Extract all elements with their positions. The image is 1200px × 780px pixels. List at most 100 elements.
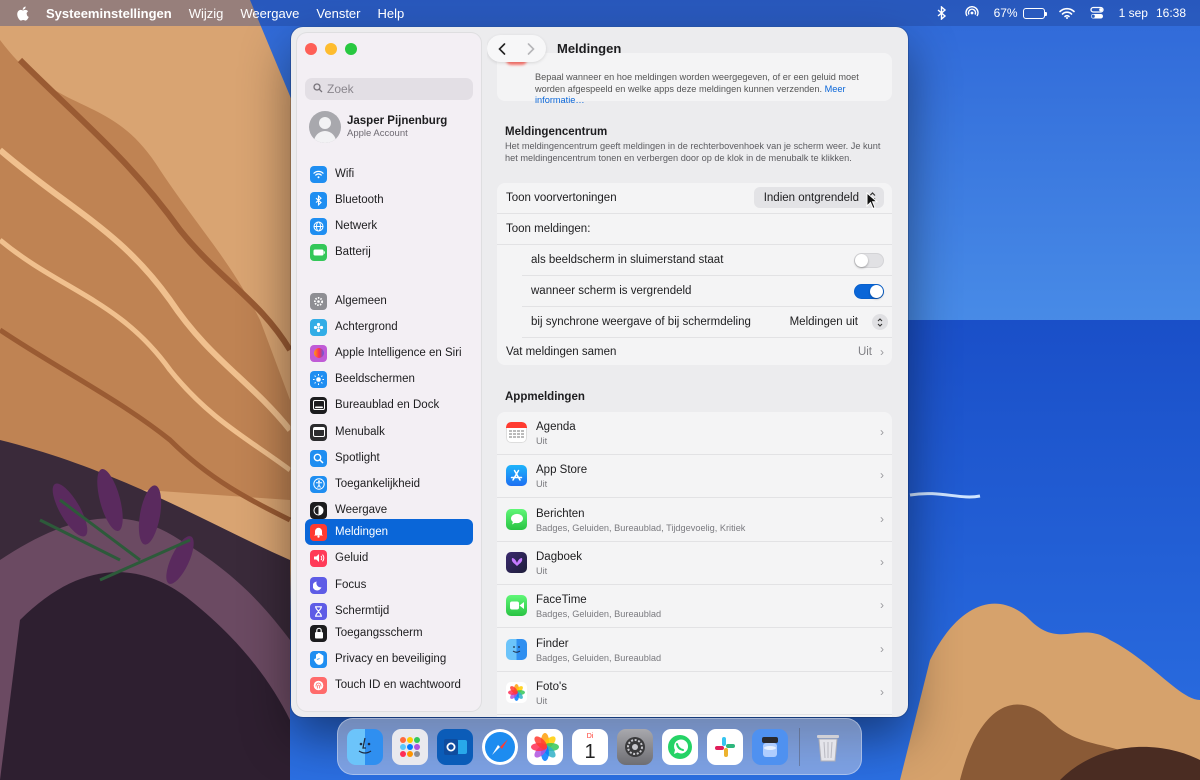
summary-value: Uit xyxy=(857,345,872,358)
sidebar-item-batterij[interactable]: Batterij xyxy=(305,239,473,265)
app-name: Finder xyxy=(536,637,569,650)
mouse-cursor xyxy=(866,192,878,210)
photos-icon[interactable] xyxy=(527,728,563,765)
sidebar-item-focus[interactable]: Focus xyxy=(305,572,473,598)
center-section-title: Meldingencentrum xyxy=(505,126,608,138)
sidebar-item-wifi[interactable]: Wifi xyxy=(305,161,473,187)
menu-help[interactable]: Help xyxy=(378,6,405,21)
menu-wijzig[interactable]: Wijzig xyxy=(189,6,224,21)
sidebar-item-achtergrond[interactable]: Achtergrond xyxy=(305,314,473,340)
navigation-buttons xyxy=(487,35,546,62)
summary-row[interactable]: Vat meldingen samen Uit › xyxy=(497,338,892,365)
accessibility-icon xyxy=(310,475,327,493)
account-subtitle: Apple Account xyxy=(347,128,408,139)
battery-status[interactable]: 67% xyxy=(994,6,1047,20)
slack-icon[interactable] xyxy=(707,728,743,765)
sidebar-item-bluetooth[interactable]: Bluetooth xyxy=(305,187,473,213)
menubar-time[interactable]: 16:38 xyxy=(1156,6,1186,20)
show-notifications-label: Toon meldingen: xyxy=(506,223,591,235)
sidebar-item-algemeen[interactable]: Algemeen xyxy=(305,288,473,314)
mirroring-popup-button[interactable] xyxy=(872,314,888,330)
locked-toggle[interactable] xyxy=(854,284,884,299)
sidebar-item-bureaublad-en-dock[interactable]: Bureaublad en Dock xyxy=(305,392,473,418)
apple-menu-icon[interactable] xyxy=(16,6,30,21)
apple-account[interactable]: Jasper Pijnenburg Apple Account xyxy=(309,111,447,143)
app-row-foto-s[interactable]: Foto's Uit › xyxy=(497,672,892,715)
bluetooth-status-icon[interactable] xyxy=(934,5,950,21)
previews-popup-button[interactable]: Indien ontgrendeld xyxy=(753,187,884,208)
sidebar-item-beeldschermen[interactable]: Beeldschermen xyxy=(305,366,473,392)
search-field[interactable] xyxy=(305,78,473,100)
wifi-status-icon[interactable] xyxy=(1058,5,1075,21)
sidebar-item-label: Apple Intelligence en Siri xyxy=(335,347,462,359)
chevron-right-icon: › xyxy=(880,684,884,699)
app-notification-summary: Badges, Geluiden, Bureaublad xyxy=(536,609,662,620)
hand-icon xyxy=(310,650,327,668)
sidebar-item-label: Touch ID en wachtwoord xyxy=(335,679,461,691)
menubar-date[interactable]: 1 sep xyxy=(1119,6,1148,20)
app-name: Dagboek xyxy=(536,550,583,563)
sidebar-item-label: Focus xyxy=(335,579,367,591)
sidebar-item-privacy-en-beveiliging[interactable]: Privacy en beveiliging xyxy=(305,646,473,672)
maximize-window-button[interactable] xyxy=(345,43,357,55)
page-title: Meldingen xyxy=(557,41,622,56)
sidebar-item-menubalk[interactable]: Menubalk xyxy=(305,419,473,445)
calendar-date: 1 xyxy=(584,740,596,763)
sleep-row: als beeldscherm in sluimerstand staat xyxy=(522,245,892,276)
back-button[interactable] xyxy=(487,35,516,62)
app-row-agenda[interactable]: Agenda Uit › xyxy=(497,412,892,455)
magnifier-icon xyxy=(310,449,327,467)
menu-app-name[interactable]: Systeeminstellingen xyxy=(46,6,172,21)
sidebar-item-label: Bureaublad en Dock xyxy=(335,399,440,411)
sleep-toggle[interactable] xyxy=(854,253,884,268)
calendar-day: Di xyxy=(586,732,594,740)
app-row-berichten[interactable]: Berichten Badges, Geluiden, Bureaublad, T… xyxy=(497,499,892,542)
sidebar-item-toegankelijkheid[interactable]: Toegankelijkheid xyxy=(305,471,473,497)
calendar-icon[interactable]: Di 1 xyxy=(572,728,608,765)
previews-row: Toon voorvertoningen Indien ontgrendeld xyxy=(497,183,892,214)
outlook-icon[interactable] xyxy=(437,728,473,765)
sidebar-item-label: Beeldschermen xyxy=(335,373,415,385)
sidebar-item-toegangsscherm[interactable]: Toegangsscherm xyxy=(305,620,473,646)
preview-icon[interactable] xyxy=(752,728,788,765)
whatsapp-icon[interactable] xyxy=(662,728,698,765)
forward-button[interactable] xyxy=(516,35,545,62)
mirroring-value[interactable]: Meldingen uit xyxy=(790,316,858,328)
menu-venster[interactable]: Venster xyxy=(316,6,360,21)
chevron-updown-icon xyxy=(877,317,883,327)
chevron-right-icon xyxy=(527,42,535,55)
app-row-facetime[interactable]: FaceTime Badges, Geluiden, Bureaublad › xyxy=(497,585,892,629)
sidebar-item-touch-id-en-wachtwoord[interactable]: Touch ID en wachtwoord xyxy=(305,672,473,698)
settings-icon[interactable] xyxy=(617,728,653,765)
sidebar-item-spotlight[interactable]: Spotlight xyxy=(305,445,473,471)
mirroring-row: bij synchrone weergave of bij schermdeli… xyxy=(522,307,892,338)
launchpad-icon[interactable] xyxy=(392,728,428,765)
app-row-app-store[interactable]: App Store Uit › xyxy=(497,455,892,499)
show-notifications-row: Toon meldingen: xyxy=(497,214,892,245)
app-row-finder[interactable]: Finder Badges, Geluiden, Bureaublad › xyxy=(497,629,892,672)
dock: Di 1 xyxy=(337,718,862,775)
trash-icon[interactable] xyxy=(810,729,846,765)
airdrop-icon[interactable] xyxy=(964,5,980,21)
control-center-icon[interactable] xyxy=(1089,5,1105,21)
sidebar-item-label: Achtergrond xyxy=(335,321,398,333)
close-window-button[interactable] xyxy=(305,43,317,55)
sidebar-item-netwerk[interactable]: Netwerk xyxy=(305,213,473,239)
safari-icon[interactable] xyxy=(482,728,518,765)
calendar-icon xyxy=(506,422,527,443)
search-input[interactable] xyxy=(327,82,467,96)
app-name: FaceTime xyxy=(536,594,587,607)
chevron-right-icon: › xyxy=(880,511,884,526)
sidebar-item-apple-intelligence-en-siri[interactable]: Apple Intelligence en Siri xyxy=(305,340,473,366)
menubar-icon xyxy=(310,423,327,441)
notifications-description: Bepaal wanneer en hoe meldingen worden w… xyxy=(535,72,859,105)
sidebar-item-geluid[interactable]: Geluid xyxy=(305,545,473,571)
minimize-window-button[interactable] xyxy=(325,43,337,55)
sidebar-item-meldingen[interactable]: Meldingen xyxy=(305,519,473,545)
menu-weergave[interactable]: Weergave xyxy=(240,6,299,21)
sidebar-item-label: Schermtijd xyxy=(335,605,390,617)
search-icon xyxy=(313,80,323,98)
finder-icon[interactable] xyxy=(347,728,383,765)
app-row-dagboek[interactable]: Dagboek Uit › xyxy=(497,542,892,585)
previews-value: Indien ontgrendeld xyxy=(763,191,859,204)
